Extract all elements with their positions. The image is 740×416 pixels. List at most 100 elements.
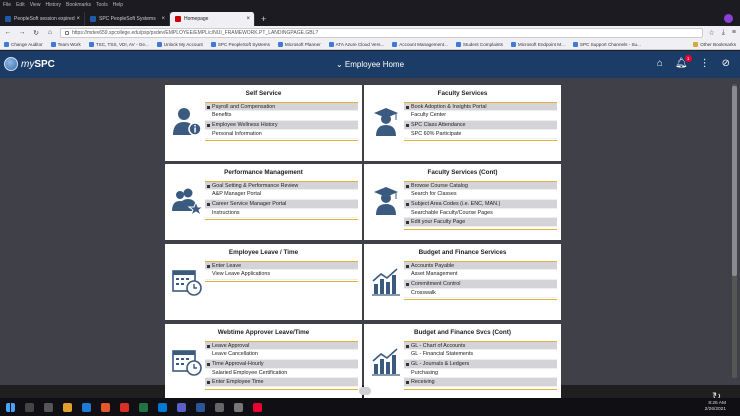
browser-tab-active[interactable]: Homepage × — [170, 12, 255, 26]
bookmark-item[interactable]: TSC, TSS, VDI, AV - Ge... — [88, 41, 149, 47]
tile-link[interactable]: Enter Employee Time — [205, 378, 358, 388]
excel-icon[interactable] — [139, 402, 148, 412]
bookmark-star-icon[interactable]: ☆ — [709, 29, 715, 37]
tile-link[interactable]: Leave Approval — [205, 341, 358, 351]
menu-edit[interactable]: Edit — [16, 2, 25, 8]
navbar-compass-icon[interactable]: ⊘ — [722, 58, 730, 69]
app-icon[interactable] — [253, 402, 262, 412]
tile-link[interactable]: Search for Classes — [404, 190, 557, 200]
tile-link[interactable]: SPC Class Attendance — [404, 120, 557, 130]
notifications-bell-icon[interactable]: 🔔︎ 1 — [675, 55, 692, 69]
app-icon[interactable] — [215, 402, 224, 412]
tile-link[interactable]: Faculty Center — [404, 111, 557, 121]
tile-title: Faculty Services (Cont) — [427, 169, 498, 176]
tile-link[interactable]: Searchable Faculty/Course Pages — [404, 209, 557, 219]
page-scrollbar[interactable] — [732, 84, 737, 378]
tile-link[interactable]: View Leave Applications — [205, 270, 358, 280]
chrome-icon[interactable] — [120, 402, 129, 412]
tile-link[interactable]: Book Adoption & Insights Portal — [404, 102, 557, 112]
tile-employee-leave-time[interactable]: Employee Leave / Time Enter Leave View Lea… — [165, 244, 362, 320]
tile-link[interactable]: Purchasing — [404, 369, 557, 379]
tile-link[interactable]: GL - Financial Statements — [404, 350, 557, 360]
close-tab-icon[interactable]: × — [246, 16, 250, 22]
tile-webtime-approver-leave-time[interactable]: Webtime Approver Leave/Time Leave Approva… — [165, 324, 362, 400]
close-tab-icon[interactable]: × — [76, 16, 80, 22]
system-clock[interactable]: 8:26 AM 2/26/2021 — [705, 401, 740, 413]
tile-link[interactable]: Leave Cancellation — [205, 350, 358, 360]
new-tab-button[interactable]: + — [255, 12, 272, 26]
tile-link[interactable]: Salaried Employee Certification — [205, 369, 358, 379]
tile-link[interactable]: Career Service Manager Portal — [205, 199, 358, 209]
bookmark-item[interactable]: Microsoft Planner — [277, 41, 321, 47]
tile-link[interactable]: Payroll and Compensation — [205, 102, 358, 112]
menu-history[interactable]: History — [45, 2, 61, 8]
bookmark-item[interactable]: Account Management... — [392, 41, 448, 47]
tile-link[interactable]: Employee Wellness History — [205, 120, 358, 130]
bookmark-item[interactable]: ATA Azure Cloud Vers... — [328, 41, 384, 47]
tile-link[interactable]: A&P Manager Portal — [205, 190, 358, 200]
bookmark-item[interactable]: Team Work — [50, 41, 81, 47]
tile-link[interactable]: SPC 60% Participate — [404, 130, 557, 140]
tile-faculty-services[interactable]: Faculty Services Book Adoption & Insights… — [364, 85, 561, 161]
tile-link[interactable]: Goal Setting & Performance Review — [205, 181, 358, 191]
tile-link[interactable]: Accounts Payable — [404, 261, 557, 271]
menu-bookmarks[interactable]: Bookmarks — [66, 2, 91, 8]
menu-help[interactable]: Help — [113, 2, 123, 8]
app-icon[interactable] — [234, 402, 243, 412]
tile-self-service[interactable]: Self Service Payroll and Compensation Bene… — [165, 85, 362, 161]
tile-link[interactable]: GL - Chart of Accounts — [404, 341, 557, 351]
back-icon[interactable]: ← — [4, 29, 12, 36]
bookmark-item[interactable]: Microsoft Endpoint M... — [510, 41, 565, 47]
close-tab-icon[interactable]: × — [161, 16, 165, 22]
tile-performance-management[interactable]: Performance Management Goal Setting & Per… — [165, 164, 362, 240]
menu-tools[interactable]: Tools — [96, 2, 108, 8]
search-icon[interactable] — [25, 402, 34, 412]
tile-link[interactable]: Benefits — [205, 111, 358, 121]
tile-link[interactable]: Commitment Control — [404, 279, 557, 289]
extension-icon[interactable] — [724, 14, 733, 23]
bookmark-item[interactable]: SPC Support Channels - Su... — [572, 41, 641, 47]
tile-link[interactable]: Edit your Faculty Page — [404, 218, 557, 228]
bookmark-item[interactable]: Unlock My Account — [156, 41, 203, 47]
address-bar[interactable]: https://mdev659.spcollege.edu/psp/psdev/… — [60, 27, 703, 38]
home-icon[interactable]: ⌂ — [46, 29, 54, 36]
task-view-icon[interactable] — [44, 402, 53, 412]
menu-file[interactable]: File — [3, 2, 11, 8]
actions-menu-icon[interactable]: ⋮ — [700, 58, 710, 69]
tile-link[interactable]: Browse Course Catalog — [404, 181, 557, 191]
tile-link[interactable]: Time Approval-Hourly — [205, 359, 358, 369]
tile-link[interactable]: Asset Management — [404, 270, 557, 280]
tile-link[interactable]: Instructions — [205, 209, 358, 219]
other-bookmarks[interactable]: Other Bookmarks — [693, 41, 736, 47]
page-indicator[interactable] — [359, 387, 371, 395]
forward-icon[interactable]: → — [18, 29, 26, 36]
tile-budget-and-finance-svcs-cont[interactable]: Budget and Finance Svcs (Cont) GL - Chart… — [364, 324, 561, 400]
page-title-dropdown[interactable]: ⌄ Employee Home — [0, 60, 740, 69]
home-icon[interactable]: ⌂ — [657, 58, 663, 69]
tile-link[interactable]: Subject Area Codes (i.e. ENC, MAN.) — [404, 199, 557, 209]
browser-menu-icon[interactable]: ≡ — [732, 29, 736, 37]
tile-link[interactable]: Enter Leave — [205, 261, 358, 271]
file-explorer-icon[interactable] — [63, 402, 72, 412]
tile-link[interactable]: Crosswalk — [404, 289, 557, 299]
browser-tab[interactable]: PeopleSoft session expired × — [0, 12, 85, 26]
tile-link[interactable]: Personal Information — [205, 130, 358, 140]
bookmark-item[interactable]: Change Auditor — [4, 41, 43, 47]
tile-budget-and-finance-services[interactable]: Budget and Finance Services Accounts Paya… — [364, 244, 561, 320]
bookmark-item[interactable]: Student Complaints — [455, 41, 503, 47]
word-icon[interactable] — [196, 402, 205, 412]
tile-faculty-services-cont[interactable]: Faculty Services (Cont) Browse Course Cat… — [364, 164, 561, 240]
tile-link[interactable]: GL - Journals & Ledgers — [404, 359, 557, 369]
firefox-icon[interactable] — [101, 402, 110, 412]
downloads-icon[interactable]: ⤓ — [722, 29, 725, 37]
browser-tab[interactable]: SPC PeopleSoft Systems × — [85, 12, 170, 26]
menu-view[interactable]: View — [30, 2, 41, 8]
tile-link[interactable]: Receiving — [404, 378, 557, 388]
windows-start-icon[interactable] — [6, 402, 15, 412]
bookmark-item[interactable]: SPC PeopleSoft Systems — [210, 41, 270, 47]
teams-icon[interactable] — [177, 402, 186, 412]
scrollbar-thumb[interactable] — [732, 86, 737, 276]
reload-icon[interactable]: ↻ — [32, 29, 40, 37]
outlook-icon[interactable] — [158, 402, 167, 412]
edge-icon[interactable] — [82, 402, 91, 412]
